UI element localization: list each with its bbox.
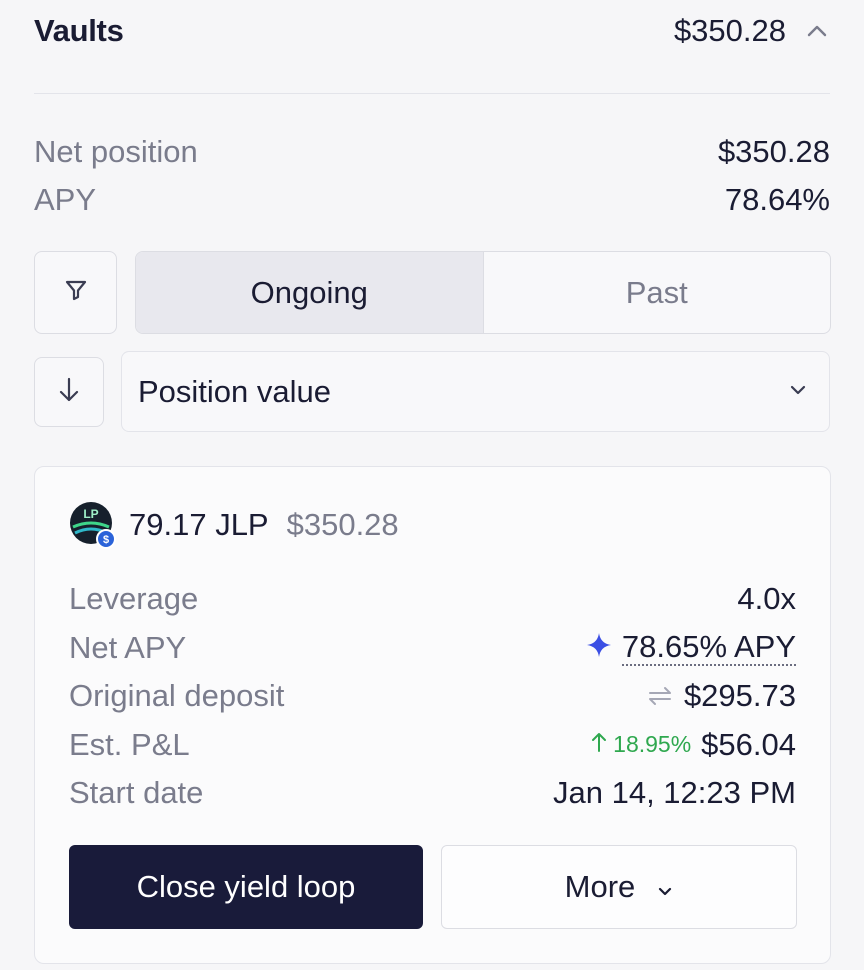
arrow-up-icon bbox=[591, 731, 607, 759]
net-apy-row: Net APY 78.65% APY bbox=[69, 624, 796, 673]
filter-icon bbox=[64, 278, 88, 307]
net-position-label: Net position bbox=[34, 134, 198, 169]
svg-text:LP: LP bbox=[83, 507, 98, 521]
tab-ongoing[interactable]: Ongoing bbox=[136, 252, 484, 333]
original-deposit-label: Original deposit bbox=[69, 678, 285, 714]
vaults-title: Vaults bbox=[34, 12, 124, 48]
sort-select[interactable]: Position value bbox=[121, 351, 830, 432]
position-actions: Close yield loop More bbox=[69, 845, 797, 929]
sort-row: Position value bbox=[34, 351, 830, 432]
vaults-total: $350.28 bbox=[673, 12, 786, 48]
position-amount: 79.17 JLP bbox=[129, 507, 269, 542]
vaults-header[interactable]: Vaults $350.28 bbox=[34, 0, 830, 94]
sort-direction-button[interactable] bbox=[34, 357, 104, 427]
apy-value: 78.64% bbox=[724, 182, 830, 217]
tab-past[interactable]: Past bbox=[484, 252, 831, 333]
vault-summary: Net position $350.28 APY 78.64% bbox=[34, 128, 830, 224]
filter-row: Ongoing Past bbox=[34, 251, 831, 334]
status-tabs: Ongoing Past bbox=[135, 251, 831, 334]
net-apy-label: Net APY bbox=[69, 629, 187, 665]
svg-text:$: $ bbox=[103, 534, 109, 546]
pnl-percent-badge: 18.95% bbox=[591, 731, 691, 759]
original-deposit-value: $295.73 bbox=[683, 678, 796, 714]
start-date-label: Start date bbox=[69, 775, 204, 811]
start-date-value: Jan 14, 12:23 PM bbox=[553, 775, 796, 811]
chevron-down-icon bbox=[789, 383, 807, 401]
pnl-value: $56.04 bbox=[701, 726, 796, 762]
sort-select-value: Position value bbox=[138, 373, 332, 409]
leverage-label: Leverage bbox=[69, 581, 199, 617]
net-apy-value[interactable]: 78.65% APY bbox=[621, 629, 796, 666]
position-header: LP $ 79.17 JLP $350.28 bbox=[69, 501, 399, 549]
vaults-panel: Vaults $350.28 Net position $350.28 APY … bbox=[0, 0, 864, 970]
position-card: LP $ 79.17 JLP $350.28 Leverage 4.0x Net… bbox=[34, 466, 831, 964]
net-position-value: $350.28 bbox=[717, 134, 830, 169]
filter-button[interactable] bbox=[34, 251, 117, 334]
net-apy-value-group: 78.65% APY bbox=[586, 629, 796, 666]
more-button-label: More bbox=[564, 869, 636, 904]
start-date-row: Start date Jan 14, 12:23 PM bbox=[69, 769, 796, 818]
header-right: $350.28 bbox=[674, 13, 830, 49]
net-position-row: Net position $350.28 bbox=[34, 128, 830, 176]
swap-arrows-icon[interactable] bbox=[646, 686, 674, 706]
more-button[interactable]: More bbox=[441, 845, 797, 929]
leverage-value: 4.0x bbox=[737, 581, 796, 617]
sparkle-icon bbox=[586, 630, 612, 666]
position-details: Leverage 4.0x Net APY 78.65% APY Origina… bbox=[69, 575, 796, 818]
pnl-row: Est. P&L 18.95% $56.04 bbox=[69, 721, 796, 770]
apy-label: APY bbox=[34, 182, 97, 217]
chevron-up-icon[interactable] bbox=[804, 18, 830, 44]
jlp-token-icon: LP $ bbox=[69, 501, 117, 549]
close-yield-loop-button[interactable]: Close yield loop bbox=[69, 845, 423, 929]
original-deposit-value-group: $295.73 bbox=[646, 678, 796, 714]
pnl-percent: 18.95% bbox=[613, 731, 692, 758]
apy-row: APY 78.64% bbox=[34, 176, 830, 224]
pnl-value-group: 18.95% $56.04 bbox=[591, 727, 796, 763]
arrow-down-icon bbox=[58, 376, 80, 409]
pnl-label: Est. P&L bbox=[69, 726, 190, 762]
original-deposit-row: Original deposit $295.73 bbox=[69, 672, 796, 721]
position-usd-value: $350.28 bbox=[286, 507, 399, 542]
leverage-row: Leverage 4.0x bbox=[69, 575, 796, 624]
chevron-down-icon bbox=[657, 869, 673, 905]
